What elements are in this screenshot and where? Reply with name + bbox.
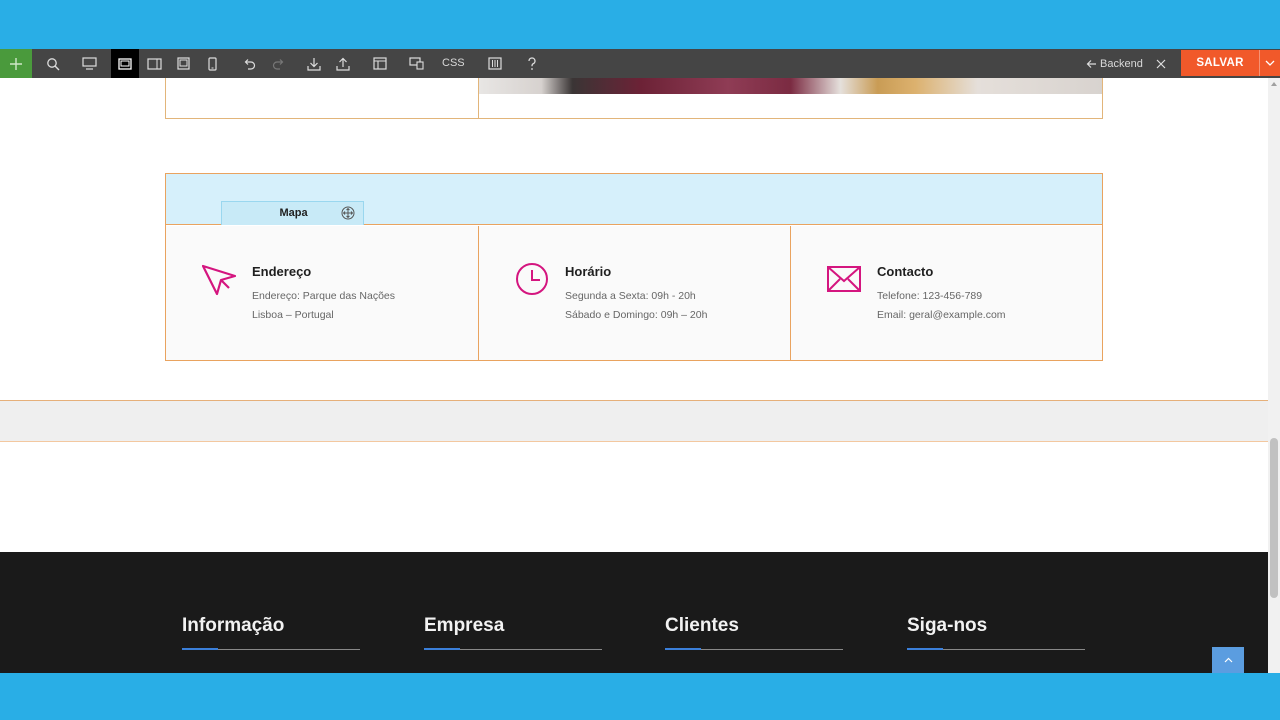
undo-icon (244, 58, 255, 70)
previous-section-row[interactable] (165, 78, 1103, 119)
question-icon (528, 56, 536, 70)
phone-text: Telefone: 123-456-789 (877, 290, 983, 302)
mobile-view-button[interactable] (198, 49, 226, 78)
save-label: SALVAR (1196, 57, 1244, 69)
contact-column[interactable]: Contacto Telefone: 123-456-789 Email: ge… (790, 226, 1102, 360)
envelope-icon (827, 266, 861, 292)
hours-title: Horário (565, 264, 612, 279)
weekend-hours: Sábado e Domingo: 09h – 20h (565, 309, 708, 321)
weekday-hours: Segunda a Sexta: 09h - 20h (565, 290, 696, 302)
move-icon[interactable] (341, 206, 355, 220)
site-footer: Informação Empresa Clientes Siga-nos (0, 552, 1268, 673)
email-text: Email: geral@example.com (877, 309, 1006, 321)
scroll-up-arrow[interactable] (1271, 82, 1277, 86)
canvas-scrollbar[interactable] (1268, 78, 1280, 673)
plus-icon (10, 57, 22, 70)
map-element-tag[interactable]: Mapa (221, 201, 364, 225)
clock-icon (516, 263, 548, 295)
footer-column-follow: Siga-nos (907, 615, 1085, 650)
backend-label: Backend (1100, 57, 1143, 70)
hours-column[interactable]: Horário Segunda a Sexta: 09h - 20h Sábad… (478, 226, 790, 360)
scrollbar-thumb[interactable] (1270, 438, 1278, 598)
zoom-button[interactable] (39, 49, 67, 78)
tablet-portrait-icon (176, 57, 190, 70)
address-city: Lisboa – Portugal (252, 309, 334, 321)
help-button[interactable] (518, 49, 546, 78)
layout-icon (373, 57, 387, 70)
upload-button[interactable] (329, 49, 357, 78)
tablet-landscape-button[interactable] (140, 49, 168, 78)
responsive-preview-button[interactable] (402, 49, 430, 78)
footer-heading: Informação (182, 615, 285, 636)
arrow-left-icon (1086, 59, 1096, 68)
footer-heading: Clientes (665, 615, 739, 636)
add-element-button[interactable] (0, 49, 32, 78)
contact-info-row: Endereço Endereço: Parque das Nações Lis… (166, 226, 1102, 360)
footer-divider-accent (907, 648, 943, 650)
phone-icon (207, 56, 217, 71)
empty-section-row[interactable] (0, 400, 1268, 442)
address-line: Endereço: Parque das Nações (252, 290, 396, 302)
layout-button[interactable] (366, 49, 394, 78)
screen-icon (118, 57, 132, 70)
footer-column-clients: Clientes (665, 615, 843, 650)
magnifier-icon (47, 57, 60, 70)
tablet-landscape-icon (146, 57, 162, 70)
scroll-to-top-button[interactable] (1212, 647, 1244, 673)
map-section[interactable]: Mapa Endereço Endereço: Parque das Naçõe… (165, 173, 1103, 361)
address-column[interactable]: Endereço Endereço: Parque das Nações Lis… (166, 226, 478, 360)
cursor-arrow-icon (202, 264, 236, 296)
upload-icon (336, 57, 350, 71)
settings-panel-button[interactable] (481, 49, 509, 78)
redo-button[interactable] (264, 49, 292, 78)
tablet-portrait-button[interactable] (169, 49, 197, 78)
editor-toolbar: CSS Backend SALVAR (0, 49, 1280, 78)
chevron-down-icon (1265, 60, 1275, 66)
download-button[interactable] (300, 49, 328, 78)
page-canvas: Mapa Endereço Endereço: Parque das Naçõe… (0, 78, 1268, 673)
css-button[interactable]: CSS (442, 49, 465, 78)
chevron-up-icon (1224, 657, 1232, 663)
footer-heading: Empresa (424, 615, 505, 636)
save-button[interactable]: SALVAR (1181, 50, 1280, 76)
footer-divider-accent (182, 648, 218, 650)
undo-button[interactable] (235, 49, 263, 78)
sliders-icon (488, 57, 502, 70)
footer-divider-accent (424, 648, 460, 650)
close-icon (1156, 59, 1166, 68)
footer-column-company: Empresa (424, 615, 602, 650)
footer-divider-accent (665, 648, 701, 650)
monitor-icon (81, 57, 97, 70)
redo-icon (272, 58, 283, 70)
footer-heading: Siga-nos (907, 615, 988, 636)
footer-column-info: Informação (182, 615, 360, 650)
team-photo[interactable] (479, 78, 1102, 94)
laptop-view-button[interactable] (111, 49, 139, 78)
address-title: Endereço (252, 264, 312, 279)
close-editor-button[interactable] (1152, 49, 1170, 78)
backend-link[interactable]: Backend (1086, 49, 1143, 78)
desktop-view-button[interactable] (75, 49, 103, 78)
save-options-button[interactable] (1259, 50, 1280, 76)
map-block[interactable]: Mapa (166, 174, 1102, 225)
devices-icon (408, 57, 424, 70)
download-icon (307, 57, 321, 71)
contact-title: Contacto (877, 264, 934, 279)
